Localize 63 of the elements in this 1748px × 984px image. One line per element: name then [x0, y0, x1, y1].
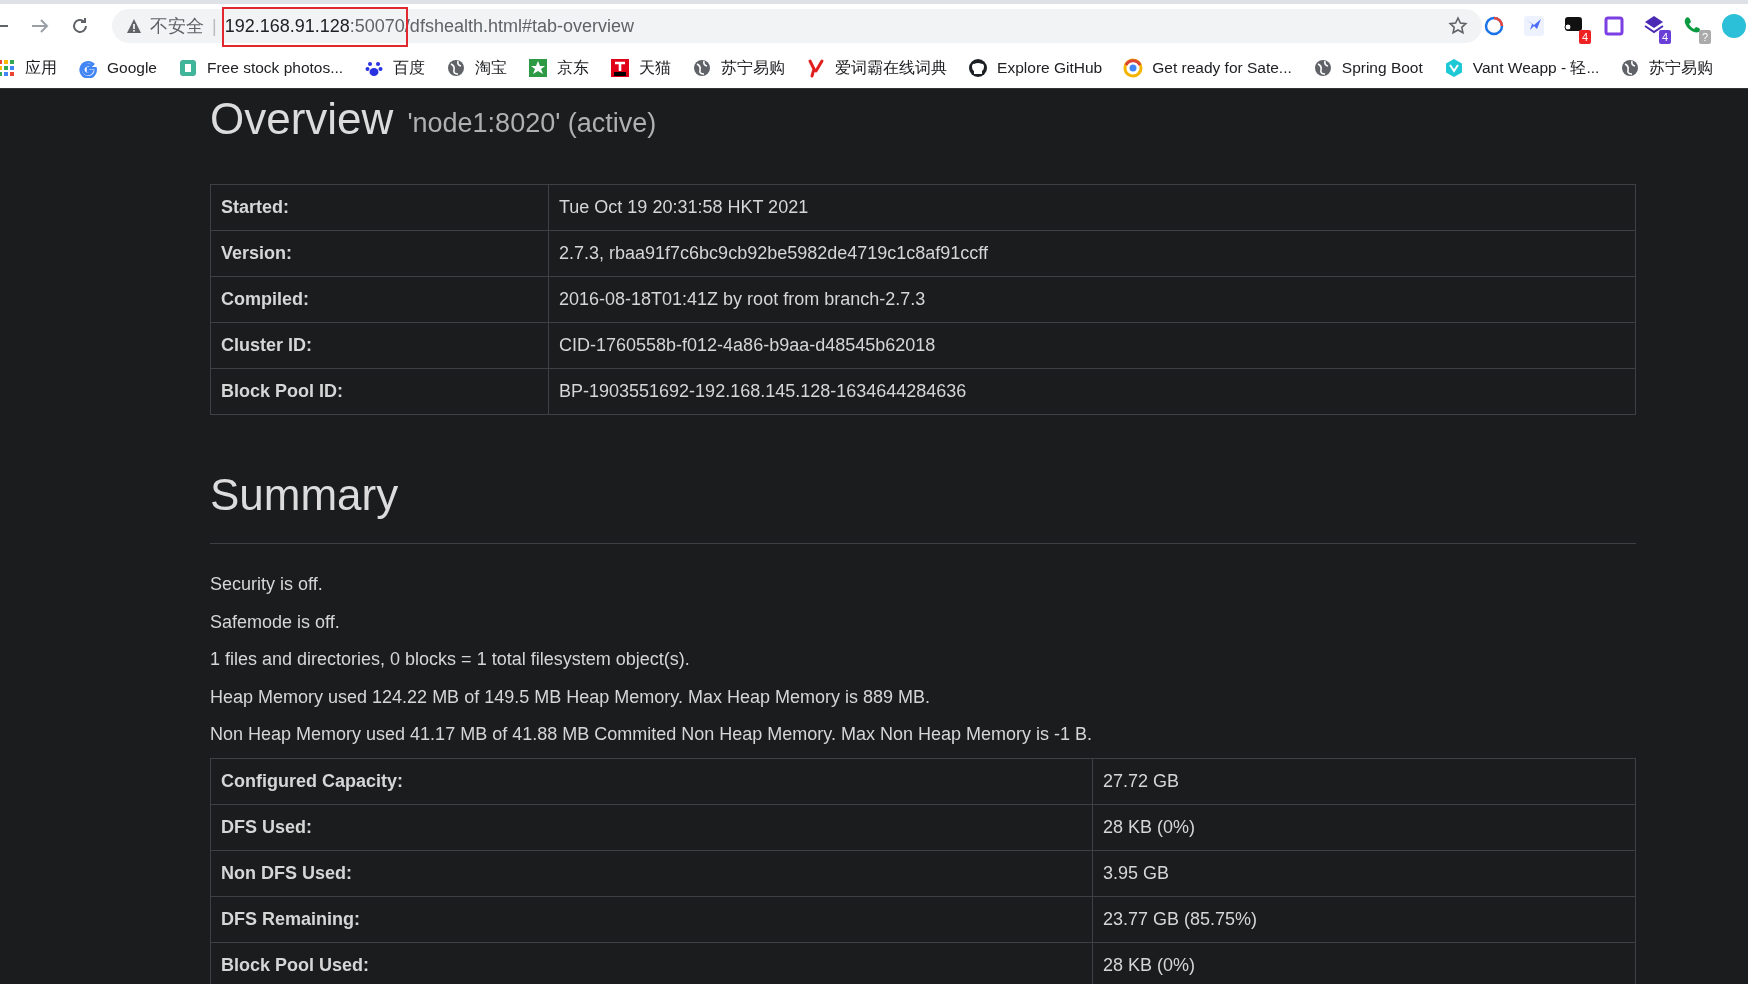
- bookmark-item[interactable]: 爱词霸在线词典: [835, 57, 948, 79]
- badge: 4: [1658, 30, 1671, 44]
- globe-icon: [692, 58, 713, 78]
- summary-line: Heap Memory used 124.22 MB of 149.5 MB Heap Memory. Max Heap Memory is 889 MB.: [210, 685, 931, 709]
- bookmark-item[interactable]: 苏宁易购: [721, 57, 786, 79]
- hexagon-icon: [1443, 58, 1464, 78]
- row-value: 28 KB (0%): [1092, 804, 1636, 850]
- row-value: 27.72 GB: [1092, 758, 1636, 804]
- row-label: Configured Capacity:: [210, 758, 1093, 804]
- square-icon[interactable]: [1602, 14, 1626, 38]
- row-value: BP-1903551692-192.168.145.128-1634644284636: [548, 368, 1636, 415]
- row-label: Version:: [210, 230, 549, 277]
- google-icon: [78, 58, 98, 78]
- ring-icon: [1123, 58, 1144, 78]
- bookmark-item[interactable]: 天猫: [639, 57, 672, 79]
- bookmark-item[interactable]: 淘宝: [475, 57, 508, 79]
- summary-line: Non Heap Memory used 41.17 MB of 41.88 MB Commited Non Heap Memory. Max Non Heap Memory is -1 B.: [210, 723, 1094, 746]
- bookmark-item[interactable]: 应用: [25, 57, 57, 79]
- row-label: Compiled:: [210, 276, 549, 323]
- bookmark-item[interactable]: 京东: [557, 57, 590, 79]
- warning-icon: [126, 18, 142, 34]
- badge: 4: [1578, 30, 1591, 44]
- globe-icon: [446, 58, 467, 78]
- tmall-icon: [610, 58, 631, 78]
- bookmark-item[interactable]: Explore GitHub: [997, 59, 1103, 77]
- section-title: Summary: [210, 469, 400, 521]
- row-value: 23.77 GB (85.75%): [1092, 896, 1636, 942]
- bookmark-item[interactable]: 苏宁易购: [1649, 57, 1714, 79]
- row-value: 2016-08-18T01:41Z by root from branch-2.7.3: [548, 276, 1636, 323]
- row-label: Cluster ID:: [210, 322, 549, 369]
- bookmark-star-icon[interactable]: [1448, 16, 1468, 36]
- row-label: Block Pool Used:: [210, 942, 1093, 984]
- row-value: 2.7.3, rbaa91f7c6bc9cb92be5982de4719c1c8af91ccff: [548, 230, 1636, 277]
- globe-icon: [1312, 58, 1333, 78]
- globe-icon: [1620, 58, 1641, 78]
- apps-icon: [0, 58, 16, 78]
- row-value: Tue Oct 19 20:31:58 HKT 2021: [548, 184, 1636, 231]
- summary-line: Safemode is off.: [210, 610, 341, 634]
- bookmark-item[interactable]: Vant Weapp - 轻...: [1472, 57, 1600, 79]
- badge: ?: [1698, 30, 1711, 44]
- row-value: CID-1760558b-f012-4a86-b9aa-d48545b62018: [548, 322, 1636, 369]
- bird-icon[interactable]: [1522, 14, 1546, 38]
- tile-icon: [178, 58, 198, 78]
- row-label: DFS Used:: [210, 804, 1093, 850]
- row-label: DFS Remaining:: [210, 896, 1093, 942]
- bookmark-item[interactable]: Free stock photos...: [207, 59, 344, 77]
- bookmark-item[interactable]: 百度: [393, 57, 426, 79]
- github-icon: [968, 58, 989, 78]
- ring-icon[interactable]: [1482, 14, 1506, 38]
- row-label: Non DFS Used:: [210, 850, 1093, 896]
- row-label: Block Pool ID:: [210, 368, 549, 415]
- bookmark-item[interactable]: Get ready for Sate...: [1152, 59, 1292, 77]
- row-value: 3.95 GB: [1092, 850, 1636, 896]
- summary-line: 1 files and directories, 0 blocks = 1 total filesystem object(s).: [210, 648, 691, 671]
- summary-line: Security is off.: [210, 573, 324, 596]
- reload-icon[interactable]: [70, 16, 90, 36]
- bookmark-item[interactable]: Google: [107, 59, 157, 77]
- bookmark-item[interactable]: Spring Boot: [1341, 59, 1423, 77]
- security-label: 不安全: [150, 15, 204, 38]
- row-label: Started:: [210, 184, 549, 231]
- separator: |: [212, 15, 217, 37]
- node-status: 'node1:8020' (active): [407, 107, 657, 139]
- page-title: Overview: [210, 94, 394, 144]
